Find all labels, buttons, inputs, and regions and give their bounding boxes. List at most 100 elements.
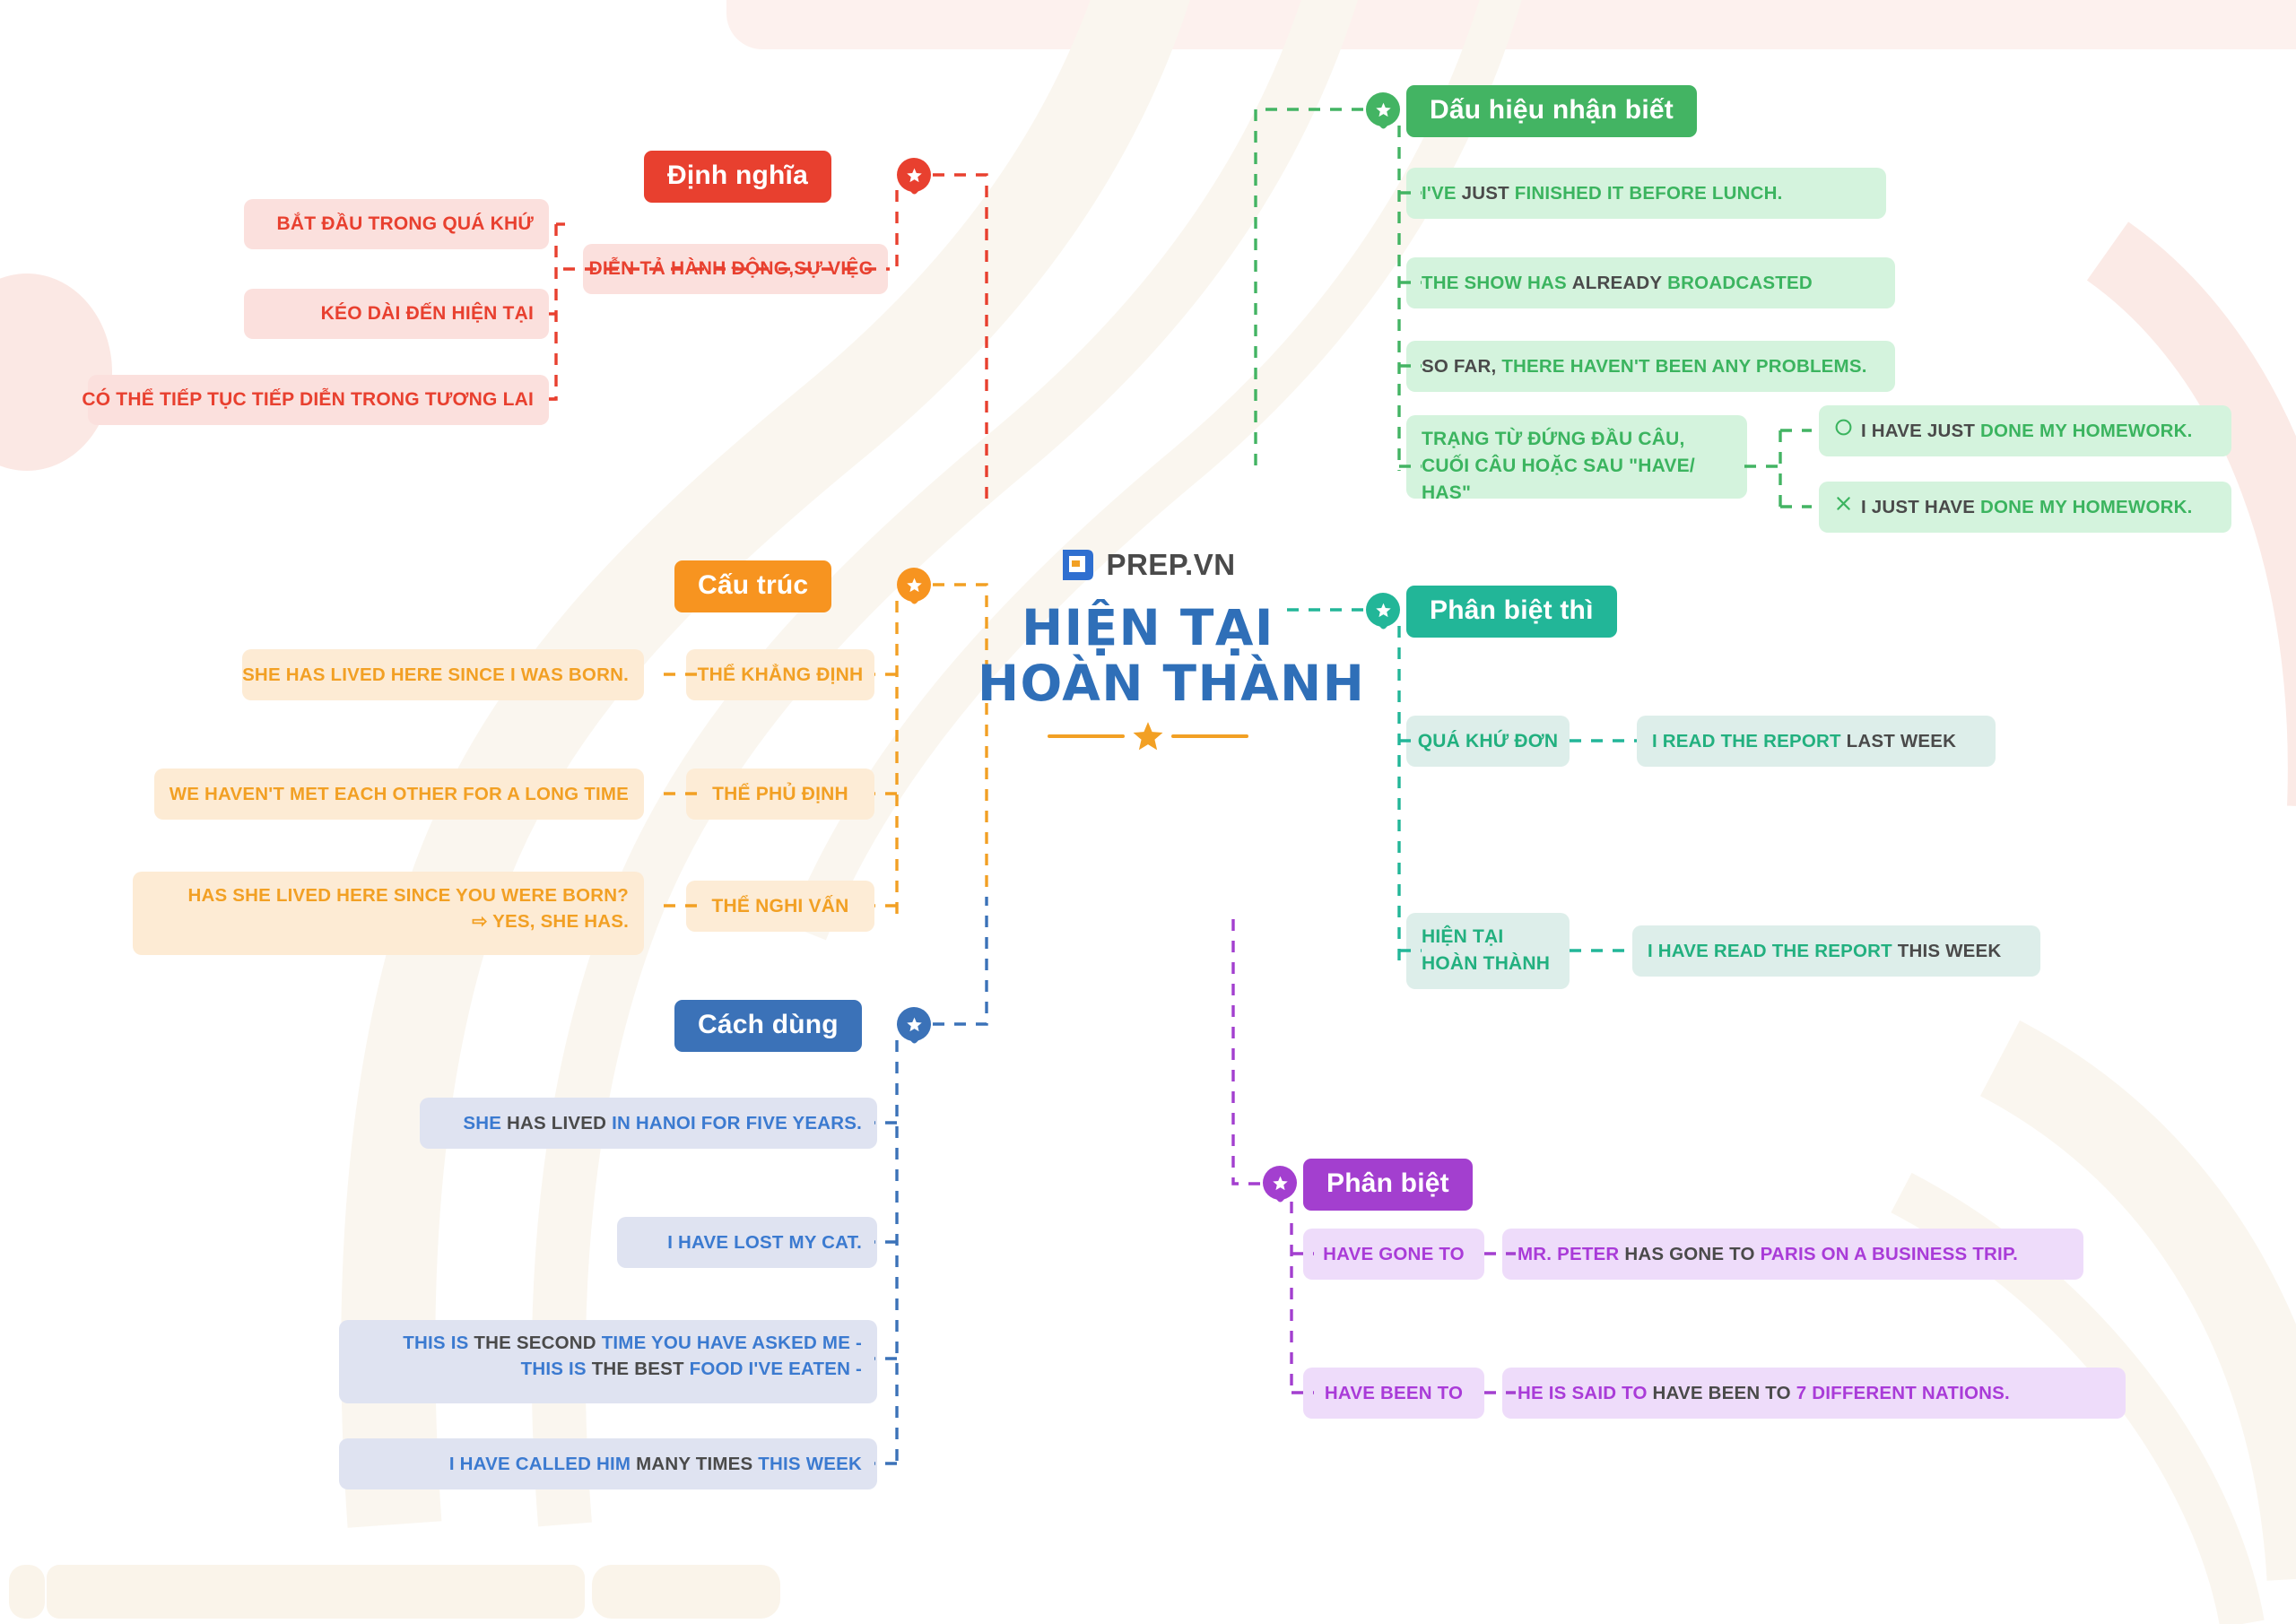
leaf-dinh-nghia-1[interactable]: BẮT ĐẦU TRONG QUÁ KHỨ	[244, 199, 549, 249]
seg-a: I'VE	[1422, 182, 1457, 204]
star-badge-dau-hieu[interactable]	[1366, 92, 1400, 130]
bg-top-band	[726, 0, 2296, 49]
seg-c: THIS WEEK	[758, 1453, 862, 1474]
seg-a: THE SHOW HAS	[1422, 272, 1567, 293]
branch-cau-truc[interactable]: Cấu trúc	[674, 560, 832, 612]
leaf-dau-hieu-2[interactable]: THE SHOW HAS ALREADY BROADCASTED	[1406, 257, 1895, 308]
seg-a: SHE	[463, 1112, 502, 1133]
leaf-cau-truc-form-2[interactable]: THỂ PHỦ ĐỊNH	[686, 769, 874, 820]
seg-a: I READ THE REPORT	[1652, 730, 1841, 751]
seg-a: I HAVE READ THE REPORT	[1648, 940, 1892, 961]
bg-arc-2	[531, 0, 1358, 1527]
badge-disc	[897, 568, 931, 602]
branch-label-dau-hieu[interactable]: Dấu hiệu nhận biết	[1406, 85, 1697, 137]
seg-c: DONE MY HOMEWORK.	[1980, 420, 2193, 441]
seg-b: HAS GONE TO	[1624, 1243, 1755, 1264]
bg-bar-1	[47, 1565, 585, 1619]
leaf-phan-biet-form-2[interactable]: HAVE BEEN TO	[1303, 1368, 1484, 1419]
star-badge-phan-biet-thi[interactable]	[1366, 593, 1400, 630]
connector-cau-truc	[664, 583, 988, 924]
branch-label-phan-biet-thi[interactable]: Phân biệt thì	[1406, 586, 1617, 638]
badge-disc	[1263, 1166, 1297, 1200]
leaf-dinh-nghia-2[interactable]: KÉO DÀI ĐẾN HIỆN TẠI	[244, 289, 549, 339]
branch-phan-biet[interactable]: Phân biệt	[1303, 1159, 1473, 1211]
star-icon	[906, 1017, 922, 1031]
seg-c: FINISHED IT BEFORE LUNCH.	[1514, 182, 1783, 204]
seg-c: THERE HAVEN'T BEEN ANY PROBLEMS.	[1501, 355, 1867, 377]
leaf-cach-dung-1[interactable]: SHE HAS LIVED IN HANOI FOR FIVE YEARS.	[420, 1098, 877, 1149]
seg-a: HE IS SAID TO	[1518, 1382, 1648, 1403]
divider-bar-right	[1171, 734, 1248, 739]
tense-line-1: HIỆN TẠI	[1422, 926, 1504, 947]
leaf-dinh-nghia-4[interactable]: DIỄN TẢ HÀNH ĐỘNG,SỰ VIỆC	[583, 244, 888, 294]
leaf-cach-dung-2[interactable]: I HAVE LOST MY CAT.	[617, 1217, 877, 1268]
leaf-phan-biet-thi-example-2[interactable]: I HAVE READ THE REPORT THIS WEEK	[1632, 925, 2040, 977]
star-badge-dinh-nghia[interactable]	[897, 158, 931, 195]
seg-b: HAVE BEEN TO	[1652, 1382, 1791, 1403]
seg-b: SO FAR,	[1422, 355, 1497, 377]
badge-disc	[897, 1007, 931, 1041]
star-icon	[1375, 603, 1391, 617]
star-badge-cach-dung[interactable]	[897, 1007, 931, 1045]
leaf-dau-hieu-wrong-example[interactable]: I JUST HAVE DONE MY HOMEWORK.	[1819, 482, 2231, 533]
note-line-2: CUỐI CÂU HOẶC SAU "HAVE/ HAS"	[1422, 455, 1695, 503]
page-title: HIỆN TẠI HOÀN THÀNH	[978, 600, 1364, 711]
branch-label-dinh-nghia[interactable]: Định nghĩa	[644, 151, 831, 203]
seg-c: TIME YOU HAVE ASKED ME -	[601, 1333, 862, 1353]
star-icon	[1375, 102, 1391, 117]
leaf-dau-hieu-1[interactable]: I'VE JUST FINISHED IT BEFORE LUNCH.	[1406, 168, 1886, 219]
bg-arc-right-2	[1979, 1020, 2296, 1581]
line-1: THIS IS THE SECOND TIME YOU HAVE ASKED M…	[354, 1330, 862, 1356]
leaf-phan-biet-example-1[interactable]: MR. PETER HAS GONE TO PARIS ON A BUSINES…	[1502, 1229, 2083, 1280]
leaf-cau-truc-example-3[interactable]: HAS SHE LIVED HERE SINCE YOU WERE BORN? …	[133, 872, 644, 955]
badge-disc	[897, 158, 931, 192]
leaf-cau-truc-form-1[interactable]: THỂ KHẲNG ĐỊNH	[686, 649, 874, 700]
wrong-cross-icon	[1834, 491, 1853, 522]
branch-label-cach-dung[interactable]: Cách dùng	[674, 1000, 862, 1052]
leaf-cach-dung-3[interactable]: THIS IS THE SECOND TIME YOU HAVE ASKED M…	[339, 1320, 877, 1403]
leaf-cau-truc-form-3[interactable]: THỂ NGHI VẤN	[686, 881, 874, 932]
seg-c: FOOD I'VE EATEN -	[689, 1359, 862, 1380]
example-line-2: ⇨ YES, SHE HAS.	[472, 911, 629, 933]
leaf-cau-truc-example-1[interactable]: SHE HAS LIVED HERE SINCE I WAS BORN.	[242, 649, 644, 700]
seg-b: THE SECOND	[474, 1333, 596, 1353]
leaf-cach-dung-4[interactable]: I HAVE CALLED HIM MANY TIMES THIS WEEK	[339, 1438, 877, 1489]
seg-a: MR. PETER	[1518, 1243, 1620, 1264]
branch-label-phan-biet[interactable]: Phân biệt	[1303, 1159, 1473, 1211]
seg-b: HAS LIVED	[507, 1112, 607, 1133]
star-icon	[906, 578, 922, 592]
seg-a: THIS IS	[520, 1359, 587, 1380]
leaf-phan-biet-thi-tense-1[interactable]: QUÁ KHỨ ĐƠN	[1406, 716, 1570, 767]
seg-c: PARIS ON A BUSINESS TRIP.	[1760, 1243, 2019, 1264]
seg-b: THE BEST	[591, 1359, 684, 1380]
bg-bar-0	[9, 1565, 45, 1619]
leaf-phan-biet-thi-tense-2[interactable]: HIỆN TẠI HOÀN THÀNH	[1406, 913, 1570, 989]
seg-b: I JUST HAVE	[1861, 496, 1976, 517]
star-icon	[906, 168, 922, 182]
seg-a: THIS IS	[403, 1333, 469, 1353]
star-badge-phan-biet[interactable]	[1263, 1166, 1297, 1203]
bg-blob-left	[0, 274, 112, 471]
connector-dinh-nghia	[549, 173, 988, 502]
correct-circle-icon	[1834, 415, 1853, 446]
branch-label-cau-truc[interactable]: Cấu trúc	[674, 560, 832, 612]
seg-b: THIS WEEK	[1897, 940, 2002, 961]
branch-cach-dung[interactable]: Cách dùng	[674, 1000, 862, 1052]
star-badge-cau-truc[interactable]	[897, 568, 931, 605]
leaf-dau-hieu-correct-example[interactable]: I HAVE JUST DONE MY HOMEWORK.	[1819, 405, 2231, 456]
seg-c: DONE MY HOMEWORK.	[1980, 496, 2193, 517]
star-icon	[1133, 722, 1163, 751]
example-line-1: HAS SHE LIVED HERE SINCE YOU WERE BORN?	[187, 885, 629, 906]
seg-c: 7 DIFFERENT NATIONS.	[1796, 1382, 2010, 1403]
leaf-dinh-nghia-3[interactable]: CÓ THỂ TIẾP TỤC TIẾP DIỄN TRONG TƯƠNG LA…	[82, 375, 549, 425]
branch-phan-biet-thi[interactable]: Phân biệt thì	[1406, 586, 1617, 638]
leaf-dau-hieu-3[interactable]: SO FAR, THERE HAVEN'T BEEN ANY PROBLEMS.	[1406, 341, 1895, 392]
leaf-phan-biet-form-1[interactable]: HAVE GONE TO	[1303, 1229, 1484, 1280]
leaf-dau-hieu-adverb-note[interactable]: TRẠNG TỪ ĐỨNG ĐẦU CÂU, CUỐI CÂU HOẶC SAU…	[1406, 415, 1747, 503]
branch-dau-hieu[interactable]: Dấu hiệu nhận biết	[1406, 85, 1697, 137]
prep-logo-mark-icon	[1063, 550, 1094, 580]
leaf-phan-biet-thi-example-1[interactable]: I READ THE REPORT LAST WEEK	[1637, 716, 1996, 767]
leaf-cau-truc-example-2[interactable]: WE HAVEN'T MET EACH OTHER FOR A LONG TIM…	[154, 769, 644, 820]
leaf-phan-biet-example-2[interactable]: HE IS SAID TO HAVE BEEN TO 7 DIFFERENT N…	[1502, 1368, 2126, 1419]
branch-dinh-nghia[interactable]: Định nghĩa	[644, 151, 831, 203]
